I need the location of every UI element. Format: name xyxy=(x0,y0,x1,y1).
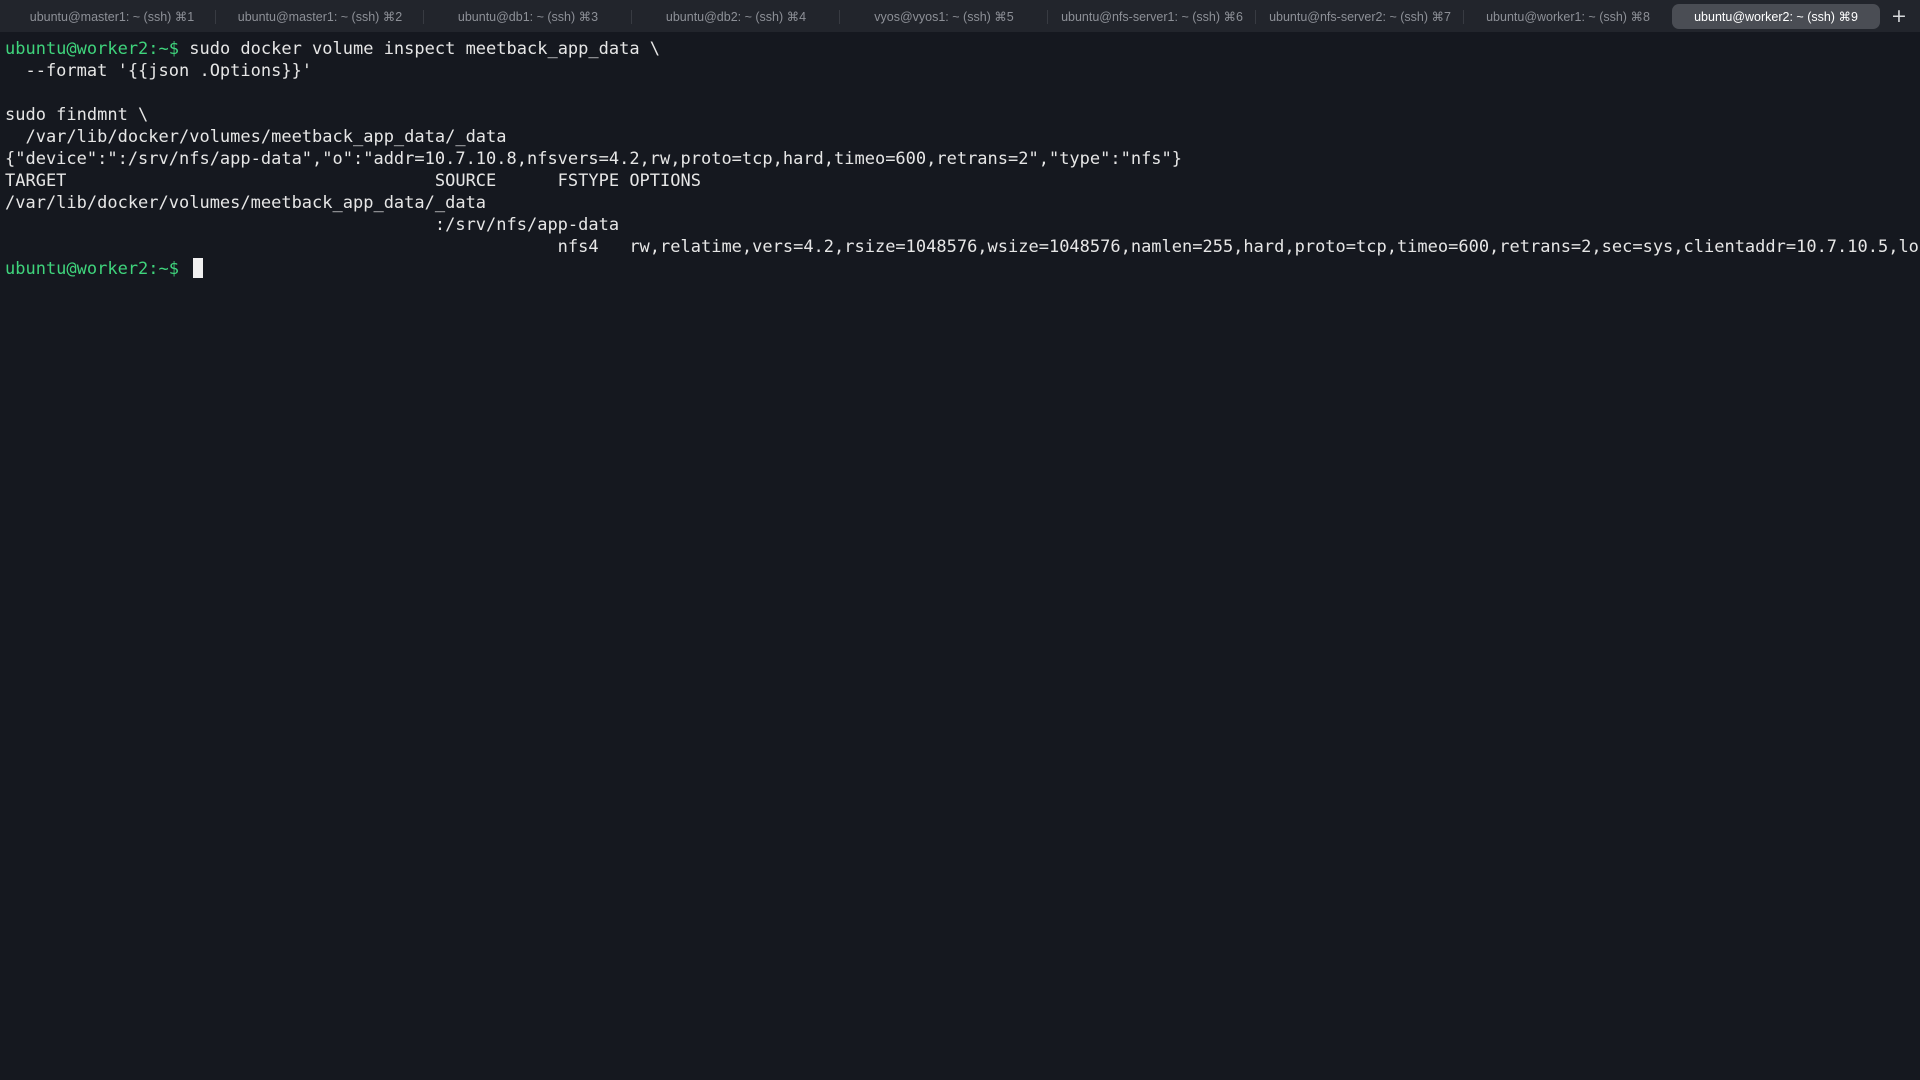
tab-worker1[interactable]: ubuntu@worker1: ~ (ssh) ⌘8 xyxy=(1464,4,1672,29)
tab-master1-2[interactable]: ubuntu@master1: ~ (ssh) ⌘2 xyxy=(216,4,424,29)
tab-nfs-server1[interactable]: ubuntu@nfs-server1: ~ (ssh) ⌘6 xyxy=(1048,4,1256,29)
terminal-line: sudo findmnt \ xyxy=(5,105,149,125)
command-text xyxy=(179,259,189,279)
terminal-line: ubuntu@worker2:~$ sudo docker volume ins… xyxy=(5,38,1920,60)
terminal-line: /var/lib/docker/volumes/meetback_app_dat… xyxy=(5,193,487,213)
tab-bar: ubuntu@master1: ~ (ssh) ⌘1 ubuntu@master… xyxy=(0,0,1920,32)
terminal-line: nfs4 rw,relatime,vers=4.2,rsize=1048576,… xyxy=(5,237,1920,257)
terminal-line: {"device":":/srv/nfs/app-data","o":"addr… xyxy=(5,149,1183,169)
terminal-line: ubuntu@worker2:~$ xyxy=(5,258,1920,280)
terminal-cursor xyxy=(193,258,204,278)
tab-master1-1[interactable]: ubuntu@master1: ~ (ssh) ⌘1 xyxy=(8,4,216,29)
terminal-line: :/srv/nfs/app-data xyxy=(5,215,620,235)
terminal-output[interactable]: ubuntu@worker2:~$ sudo docker volume ins… xyxy=(5,38,1920,280)
command-text: sudo docker volume inspect meetback_app_… xyxy=(179,39,661,59)
terminal-line: TARGET SOURCE FSTYPE OPTIONS xyxy=(5,171,701,191)
tab-db2[interactable]: ubuntu@db2: ~ (ssh) ⌘4 xyxy=(632,4,840,29)
tab-worker2[interactable]: ubuntu@worker2: ~ (ssh) ⌘9 xyxy=(1672,4,1880,29)
shell-prompt: ubuntu@worker2:~$ xyxy=(5,259,179,279)
terminal-line: /var/lib/docker/volumes/meetback_app_dat… xyxy=(5,127,507,147)
new-tab-button[interactable]: + xyxy=(1888,5,1910,27)
tab-db1[interactable]: ubuntu@db1: ~ (ssh) ⌘3 xyxy=(424,4,632,29)
tab-vyos1[interactable]: vyos@vyos1: ~ (ssh) ⌘5 xyxy=(840,4,1048,29)
shell-prompt: ubuntu@worker2:~$ xyxy=(5,39,179,59)
tab-nfs-server2[interactable]: ubuntu@nfs-server2: ~ (ssh) ⌘7 xyxy=(1256,4,1464,29)
terminal-line: --format '{{json .Options}}' xyxy=(5,61,313,81)
